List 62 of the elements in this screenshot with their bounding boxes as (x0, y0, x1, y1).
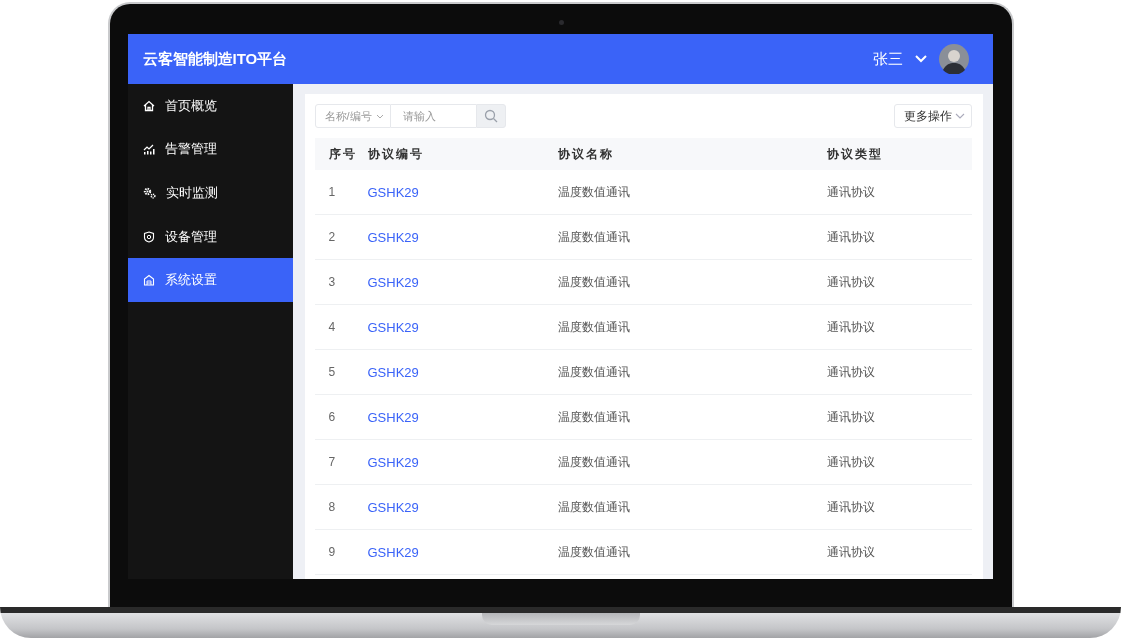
table-cell-text: 3 (327, 275, 337, 289)
shield-icon (142, 230, 155, 243)
table-cell-text: 通讯协议 (826, 228, 876, 246)
table-cell-text: 9 (327, 545, 337, 559)
protocol-code-link[interactable]: GSHK29 (367, 229, 419, 245)
sidebar-item[interactable]: 首页概览 (127, 84, 293, 128)
home-icon (142, 99, 155, 112)
sidebar-item[interactable]: 设备管理 (127, 214, 293, 259)
camera-icon (558, 20, 564, 25)
table-cell-text: 温度数值通讯 (557, 498, 631, 516)
gears-icon (142, 187, 156, 199)
table-cell-text: 温度数值通讯 (557, 453, 631, 471)
category-select[interactable]: 名称/编号 (314, 104, 391, 128)
sidebar-item[interactable]: 系统设置 (127, 258, 293, 302)
building-icon (142, 274, 155, 287)
search-icon (483, 109, 498, 123)
protocol-code-link[interactable]: GSHK29 (367, 409, 419, 425)
search-field[interactable]: 请输入 (390, 104, 476, 128)
table-cell-text: 8 (327, 500, 337, 514)
table-cell-text: 6 (327, 410, 337, 424)
table-cell-text: 7 (327, 455, 337, 469)
sidebar-item[interactable]: 实时监测 (127, 171, 293, 215)
table-cell-text: 温度数值通讯 (557, 408, 631, 426)
protocol-code-link[interactable]: GSHK29 (367, 319, 419, 335)
table-cell-text: 温度数值通讯 (557, 273, 631, 291)
chevron-down-icon (954, 113, 965, 119)
table-cell-text: 1 (327, 185, 337, 199)
table-cell-text: 2 (327, 230, 337, 244)
table-cell-text: 通讯协议 (826, 273, 876, 291)
table-cell-text: 通讯协议 (826, 453, 876, 471)
table-cell-text: 5 (327, 365, 337, 379)
search-button[interactable] (475, 104, 506, 128)
avatar-silhouette[interactable] (938, 44, 969, 74)
protocol-code-link[interactable]: GSHK29 (367, 364, 419, 380)
table-cell-text: 通讯协议 (826, 363, 876, 381)
protocol-code-link[interactable]: GSHK29 (367, 184, 419, 200)
chevron-down-icon[interactable] (914, 55, 927, 63)
table-cell-text: 温度数值通讯 (557, 543, 631, 561)
table-cell-text: 通讯协议 (826, 543, 876, 561)
protocol-code-link[interactable]: GSHK29 (367, 499, 419, 515)
column-header: 协议类型 (826, 145, 884, 163)
table-cell-text: 温度数值通讯 (557, 228, 631, 246)
user-name[interactable]: 张三 (872, 49, 903, 69)
column-header: 协议名称 (557, 145, 615, 163)
table-cell-text: 通讯协议 (826, 183, 876, 201)
column-header: 协议编号 (367, 145, 425, 163)
table-cell-text: 温度数值通讯 (557, 318, 631, 336)
protocol-code-link[interactable]: GSHK29 (367, 274, 419, 290)
chart-icon (142, 143, 155, 156)
table-cell-text: 通讯协议 (826, 498, 876, 516)
app-title: 云客智能制造ITO平台 (142, 49, 288, 69)
protocol-code-link[interactable]: GSHK29 (367, 544, 419, 560)
sidebar-item[interactable]: 告警管理 (127, 127, 293, 172)
table-cell-text: 温度数值通讯 (557, 363, 631, 381)
more-actions-button[interactable]: 更多操作 (893, 104, 972, 128)
chevron-down-icon (375, 113, 384, 119)
table-cell-text: 通讯协议 (826, 318, 876, 336)
table-cell-text: 通讯协议 (826, 408, 876, 426)
table-cell-text: 温度数值通讯 (557, 183, 631, 201)
protocol-code-link[interactable]: GSHK29 (367, 454, 419, 470)
table-cell-text: 4 (327, 320, 337, 334)
column-header: 序号 (327, 145, 358, 163)
